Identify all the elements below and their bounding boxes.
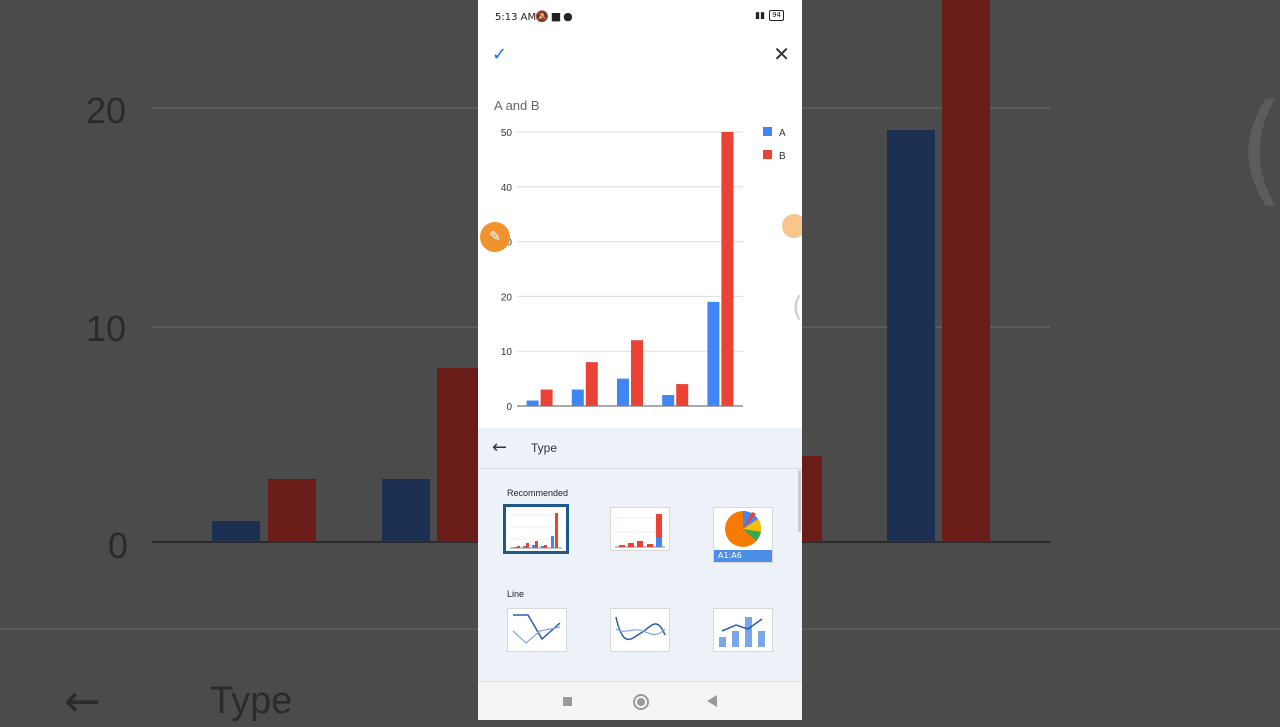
phone-screen: 5:13 AM 🔕■● ▮▮ 94 ✓ ✕ A and B 0102030405… bbox=[478, 0, 802, 720]
chart-type-option-pie[interactable]: A1:A6 bbox=[713, 507, 773, 563]
y-tick-label: 10 bbox=[501, 347, 513, 358]
chart-type-option-stacked-column[interactable] bbox=[610, 507, 670, 551]
legend-label: A bbox=[779, 128, 786, 139]
status-time: 5:13 AM bbox=[495, 12, 537, 23]
bg-bar bbox=[802, 456, 822, 542]
scrollbar[interactable] bbox=[798, 470, 801, 532]
smooth-line-thumbnail-icon bbox=[615, 616, 666, 640]
status-system-icons: ▮▮ 94 bbox=[755, 10, 784, 21]
chart-type-option-combo[interactable] bbox=[713, 608, 773, 652]
back-arrow-icon[interactable]: ← bbox=[492, 437, 507, 458]
editor-toolbar: ✓ ✕ bbox=[478, 38, 802, 72]
bar-b[interactable] bbox=[585, 362, 598, 406]
chart-type-option-column-selected[interactable] bbox=[503, 504, 569, 554]
floating-handle[interactable] bbox=[782, 214, 802, 238]
line-chart-thumbnail-icon bbox=[512, 614, 561, 644]
y-tick-label: 50 bbox=[501, 128, 513, 139]
bar-b[interactable] bbox=[676, 384, 689, 406]
battery-icon: 94 bbox=[769, 10, 784, 21]
legend-swatch bbox=[763, 127, 772, 136]
bg-ytick: 20 bbox=[86, 90, 127, 131]
signal-icon: ▮▮ bbox=[755, 10, 766, 21]
bg-ytick: 0 bbox=[108, 525, 129, 566]
y-tick-label: 20 bbox=[501, 292, 513, 303]
stacked-column-thumbnail-icon bbox=[615, 514, 665, 548]
section-label-recommended: Recommended bbox=[507, 488, 569, 498]
chart-type-option-smooth-line[interactable] bbox=[610, 608, 670, 652]
bracket-glyph: ( bbox=[792, 290, 802, 323]
section-label-line: Line bbox=[507, 589, 525, 599]
pie-chart-thumbnail-icon bbox=[725, 510, 762, 547]
bg-bracket: ( bbox=[1238, 80, 1280, 219]
chart-title: A and B bbox=[494, 98, 540, 113]
bg-bar bbox=[942, 0, 990, 542]
legend-label: B bbox=[779, 151, 786, 162]
recents-icon[interactable] bbox=[563, 697, 572, 706]
bar-b[interactable] bbox=[631, 340, 643, 406]
edit-brush-button[interactable]: ✎ bbox=[480, 222, 510, 252]
bar-a[interactable] bbox=[617, 378, 629, 406]
status-notification-icons: 🔕■● bbox=[535, 10, 575, 23]
bar-a[interactable] bbox=[707, 301, 720, 406]
android-nav-bar bbox=[478, 681, 802, 720]
paintbrush-icon: ✎ bbox=[489, 229, 501, 245]
close-icon[interactable]: ✕ bbox=[773, 42, 790, 66]
column-chart-thumbnail-icon bbox=[510, 513, 562, 549]
bar-chart[interactable]: 01020304050 AB bbox=[478, 120, 802, 420]
bg-bar bbox=[212, 521, 260, 542]
bg-bar bbox=[382, 479, 430, 542]
bg-bar bbox=[887, 130, 935, 542]
bg-ytick: 10 bbox=[86, 308, 127, 349]
check-icon[interactable]: ✓ bbox=[492, 44, 507, 65]
bar-a[interactable] bbox=[571, 389, 584, 406]
y-tick-label: 40 bbox=[501, 183, 513, 194]
combo-chart-thumbnail-icon bbox=[719, 617, 765, 647]
bg-bar bbox=[268, 479, 316, 542]
bg-type-title: Type bbox=[210, 680, 293, 722]
bg-bar bbox=[437, 368, 479, 542]
legend-swatch bbox=[763, 150, 772, 159]
bar-b[interactable] bbox=[540, 389, 553, 406]
back-icon[interactable] bbox=[707, 695, 717, 707]
y-tick-label: 0 bbox=[506, 402, 512, 413]
status-bar: 5:13 AM 🔕■● ▮▮ 94 bbox=[478, 0, 802, 34]
bar-a[interactable] bbox=[662, 395, 675, 406]
sheet-header: ← Type bbox=[478, 428, 802, 469]
bg-back-arrow-icon: ← bbox=[64, 676, 101, 727]
bar-b[interactable] bbox=[721, 132, 734, 406]
chart-type-option-line[interactable] bbox=[507, 608, 567, 652]
sheet-title: Type bbox=[531, 441, 558, 455]
home-icon[interactable] bbox=[633, 694, 649, 710]
bar-a[interactable] bbox=[526, 400, 539, 406]
pie-range-caption: A1:A6 bbox=[714, 550, 772, 562]
